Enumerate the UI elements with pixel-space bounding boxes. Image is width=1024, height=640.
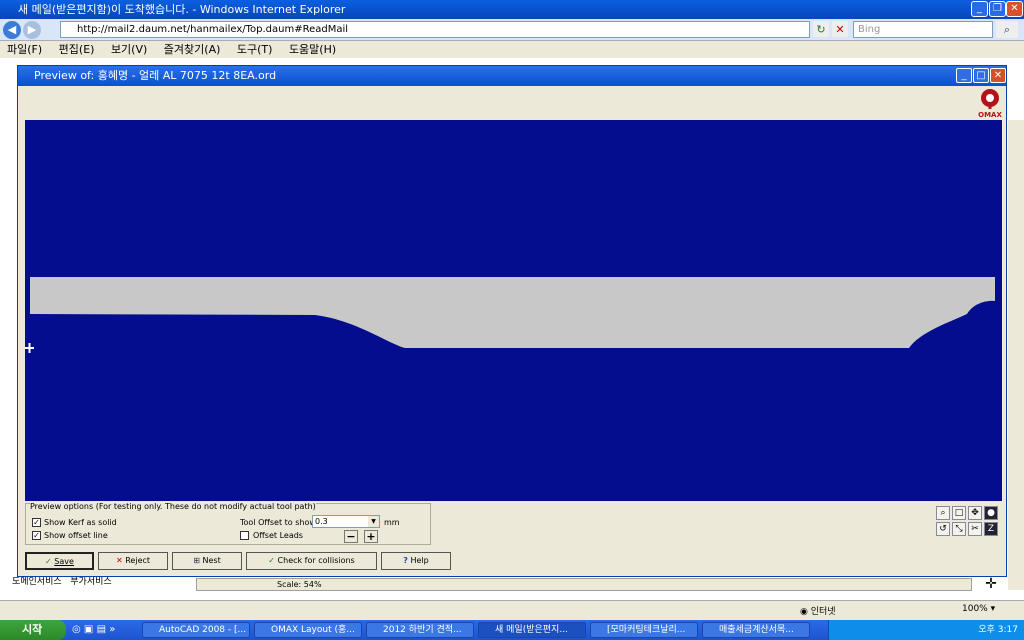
task-estimate[interactable]: 2012 하반기 견적... — [366, 622, 474, 638]
back-icon[interactable]: ◀ — [3, 21, 21, 39]
omax-logo: OMAX — [978, 88, 1002, 119]
close-button[interactable]: ✕ — [1006, 1, 1023, 17]
link-domain[interactable]: 도메인서비스 — [12, 577, 62, 587]
zoom-box-icon[interactable]: □ — [952, 506, 966, 520]
ie-status-bar: ◉ 인터넷 100% ▾ — [0, 600, 1024, 620]
part-profile — [30, 277, 995, 348]
show-offset-label: Show offset line — [44, 531, 108, 540]
dialog-title: Preview of: 홍혜명 - 얼레 AL 7075 12t 8EA.ord — [34, 69, 277, 82]
reject-button[interactable]: ✕ Reject — [98, 552, 168, 570]
checkmark-icon: ✓ — [45, 557, 52, 566]
forward-icon[interactable]: ▶ — [23, 21, 41, 39]
preview-options-group: Preview options (For testing only. These… — [25, 502, 431, 545]
fit-icon[interactable]: ⤡ — [952, 522, 966, 536]
options-caption: Preview options (For testing only. These… — [30, 502, 316, 511]
page-scrollbar[interactable] — [1008, 120, 1024, 590]
task-marketing[interactable]: [모마커팅테크날리... — [590, 622, 698, 638]
save-button[interactable]: ✓ Save — [25, 552, 94, 570]
show-offset-checkbox[interactable]: ✓ — [32, 531, 41, 540]
quick-launch: ◎ ▣ ▤ » — [72, 622, 132, 638]
more-icon[interactable]: » — [109, 624, 115, 635]
tool-offset-unit: mm — [384, 518, 400, 527]
scale-status: Scale: 54% — [196, 578, 972, 591]
preview-dialog: Preview of: 홍혜명 - 얼레 AL 7075 12t 8EA.ord… — [17, 65, 1007, 577]
dialog-close-button[interactable]: ✕ — [990, 68, 1006, 83]
preview-canvas[interactable] — [25, 120, 1002, 501]
firefox-icon[interactable]: ◎ — [72, 624, 81, 635]
offset-plus-button[interactable]: + — [364, 530, 378, 543]
zoom-level[interactable]: 100% ▾ — [962, 604, 995, 614]
show-kerf-label: Show Kerf as solid — [44, 518, 117, 527]
show-kerf-checkbox[interactable]: ✓ — [32, 518, 41, 527]
nest-button[interactable]: ⊞ Nest — [172, 552, 242, 570]
x-icon: ✕ — [115, 556, 123, 565]
ie-title-text: 새 메일(받은편지함)이 도착했습니다. - Windows Internet … — [18, 3, 346, 16]
link-extra[interactable]: 부가서비스 — [70, 577, 111, 587]
address-input[interactable]: http://mail2.daum.net/hanmailex/Top.daum… — [60, 21, 810, 38]
menu-file[interactable]: 파일(F) — [7, 43, 42, 56]
pan-icon[interactable]: ✥ — [968, 506, 982, 520]
toolpath-preview — [25, 277, 995, 353]
start-button[interactable]: 시작 — [0, 620, 66, 640]
stop-icon[interactable]: ✕ — [832, 21, 848, 37]
recycle-icon[interactable]: ↺ — [936, 522, 950, 536]
task-omax[interactable]: OMAX Layout (홍... — [254, 622, 362, 638]
system-tray: 오후 3:17 — [828, 620, 1024, 640]
offset-leads-checkbox[interactable] — [240, 531, 249, 540]
chevron-down-icon[interactable]: ▼ — [368, 516, 379, 527]
address-toolbar: ◀ ▶ http://mail2.daum.net/hanmailex/Top.… — [0, 19, 1024, 41]
desktop-icon[interactable]: ▣ — [84, 624, 93, 635]
menu-tools[interactable]: 도구(T) — [237, 43, 273, 56]
nest-icon: ⊞ — [193, 556, 200, 565]
task-mail[interactable]: 새 메일(받은편지... — [478, 622, 586, 638]
menu-edit[interactable]: 편집(E) — [59, 43, 95, 56]
globe-icon[interactable]: ● — [984, 506, 998, 520]
cursor-icon: ✛ — [985, 576, 997, 592]
ie-title-bar: 새 메일(받은편지함)이 도착했습니다. - Windows Internet … — [0, 0, 1024, 19]
menu-help[interactable]: 도움말(H) — [289, 43, 336, 56]
globe-icon: ◉ — [800, 607, 808, 617]
dialog-maximize-button[interactable]: □ — [973, 68, 989, 83]
menu-view[interactable]: 보기(V) — [111, 43, 147, 56]
tools-icon[interactable]: ✂ — [968, 522, 982, 536]
refresh-icon[interactable]: ↻ — [813, 21, 829, 37]
offset-minus-button[interactable]: − — [344, 530, 358, 543]
clock[interactable]: 오후 3:17 — [978, 625, 1018, 635]
minimize-button[interactable]: _ — [971, 1, 988, 17]
svg-text:OMAX: OMAX — [978, 111, 1002, 118]
check-collisions-button[interactable]: ✓ Check for collisions — [246, 552, 377, 570]
menu-bar: 파일(F) 편집(E) 보기(V) 즐겨찾기(A) 도구(T) 도움말(H) — [0, 41, 1024, 58]
z-icon[interactable]: Z — [984, 522, 998, 536]
zoom-icon[interactable]: ⌕ — [936, 506, 950, 520]
search-icon[interactable]: ⌕ — [996, 21, 1018, 38]
task-invoice[interactable]: 매출세금계산서목... — [702, 622, 810, 638]
dialog-minimize-button[interactable]: _ — [956, 68, 972, 83]
menu-favorites[interactable]: 즐겨찾기(A) — [164, 43, 221, 56]
search-input[interactable]: Bing — [853, 21, 993, 38]
help-icon: ? — [403, 556, 408, 565]
folder-icon[interactable]: ▤ — [97, 624, 106, 635]
checkmark-icon: ✓ — [268, 556, 275, 565]
crosshair-icon — [25, 343, 34, 353]
dialog-title-bar: Preview of: 홍혜명 - 얼레 AL 7075 12t 8EA.ord… — [18, 66, 1006, 86]
task-autocad[interactable]: AutoCAD 2008 - [... — [142, 622, 250, 638]
restore-button[interactable]: ❐ — [989, 1, 1006, 17]
offset-leads-label: Offset Leads — [253, 531, 303, 540]
tool-offset-label: Tool Offset to show: — [240, 518, 319, 527]
tool-offset-select[interactable]: 0.3 ▼ — [312, 515, 380, 528]
help-button[interactable]: ? Help — [381, 552, 451, 570]
security-zone: ◉ 인터넷 — [800, 607, 836, 617]
